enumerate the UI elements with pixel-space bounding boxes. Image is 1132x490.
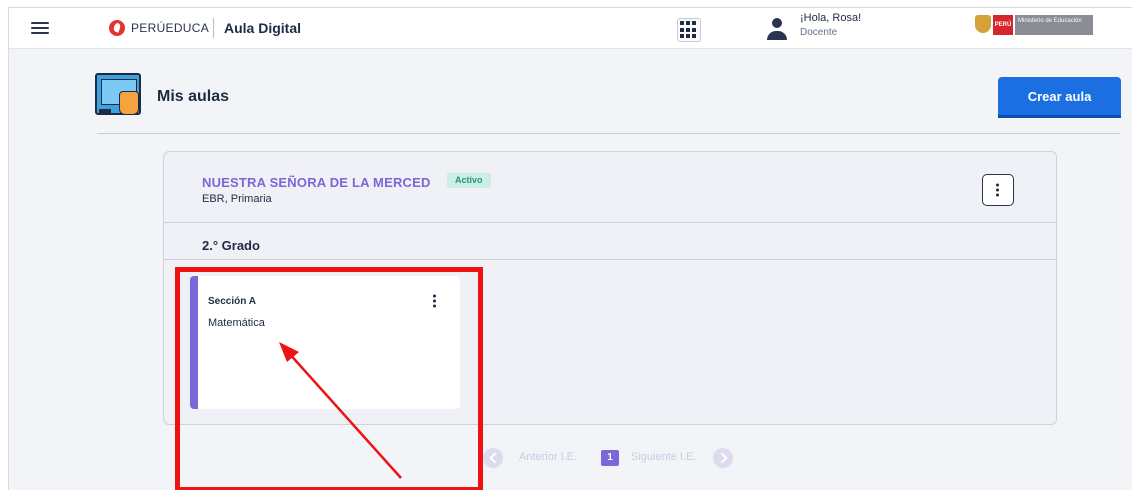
minedu-org: Ministerio de Educación bbox=[1015, 15, 1093, 35]
minedu-country: PERÚ bbox=[993, 15, 1013, 35]
section-card[interactable]: Sección A Matemática bbox=[190, 276, 460, 409]
page-title: Mis aulas bbox=[157, 88, 230, 105]
grade-title: 2.° Grado bbox=[202, 238, 260, 253]
section-course: Matemática bbox=[208, 317, 265, 329]
previous-school-link[interactable]: Anterior I.E. bbox=[519, 451, 577, 463]
next-school-link[interactable]: Siguiente I.E. bbox=[631, 451, 696, 463]
user-greeting: ¡Hola, Rosa! bbox=[800, 12, 862, 24]
section-name: Sección A bbox=[208, 296, 256, 307]
create-classroom-button[interactable]: Crear aula bbox=[998, 77, 1121, 115]
grade-divider bbox=[164, 259, 1056, 260]
user-avatar-icon[interactable] bbox=[764, 16, 790, 42]
more-vertical-icon bbox=[996, 182, 1000, 199]
current-page[interactable]: 1 bbox=[601, 450, 619, 466]
section-options-button[interactable] bbox=[428, 290, 442, 312]
section-accent-bar bbox=[190, 276, 198, 409]
menu-icon[interactable] bbox=[31, 22, 49, 34]
school-card: NUESTRA SEÑORA DE LA MERCED Activo EBR, … bbox=[163, 151, 1057, 425]
user-role: Docente bbox=[800, 27, 838, 38]
status-badge: Activo bbox=[447, 173, 491, 188]
more-vertical-icon bbox=[433, 293, 437, 310]
grade-divider bbox=[164, 222, 1056, 223]
school-name: NUESTRA SEÑORA DE LA MERCED bbox=[202, 175, 431, 190]
apps-grid-icon[interactable] bbox=[677, 18, 701, 42]
peru-educa-logo-icon bbox=[109, 20, 125, 36]
brand-separator bbox=[213, 18, 214, 38]
app-frame: PERÚEDUCA Aula Digital ¡Hola, Rosa! Doce… bbox=[8, 7, 1132, 490]
school-level: EBR, Primaria bbox=[202, 193, 272, 205]
top-bar: PERÚEDUCA Aula Digital ¡Hola, Rosa! Doce… bbox=[9, 8, 1132, 49]
app-title: Aula Digital bbox=[224, 20, 302, 36]
classroom-icon bbox=[95, 73, 141, 115]
chevron-right-icon[interactable] bbox=[713, 448, 733, 468]
brand-name: PERÚEDUCA bbox=[131, 21, 210, 35]
header-divider bbox=[97, 133, 1120, 134]
school-options-button[interactable] bbox=[982, 174, 1014, 206]
chevron-left-icon[interactable] bbox=[483, 448, 503, 468]
ministerio-educacion-logo: PERÚ Ministerio de Educación bbox=[975, 13, 1093, 39]
coat-of-arms-icon bbox=[975, 15, 991, 33]
